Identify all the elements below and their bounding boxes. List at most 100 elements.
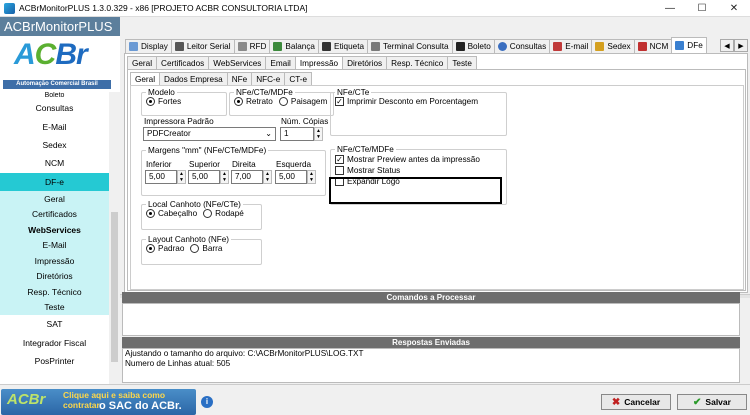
margens-title: Margens "mm" (NFe/CTe/MDFe) xyxy=(148,146,267,155)
package-icon xyxy=(595,42,605,51)
tab-print-cte[interactable]: CT-e xyxy=(284,72,313,85)
direita-label: Direita xyxy=(232,160,256,169)
dfe-icon xyxy=(675,41,685,50)
padrao-radio[interactable]: Padrao xyxy=(146,244,184,253)
inferior-spinner[interactable]: ▲ ▼ xyxy=(177,170,186,184)
info-icon[interactable]: i xyxy=(201,396,213,408)
layout-canhoto-title: Layout Canhoto (NFe) xyxy=(148,235,230,244)
cancel-button[interactable]: ✖ Cancelar xyxy=(601,394,671,410)
sidebar-item-integrador-fiscal[interactable]: Integrador Fiscal xyxy=(0,333,109,352)
sidebar-scrollbar[interactable] xyxy=(109,92,120,384)
sidebar-item-consultas[interactable]: Consultas xyxy=(0,99,109,118)
inferior-input[interactable]: 5,00 xyxy=(145,170,177,184)
sidebar-scroll-thumb[interactable] xyxy=(111,212,118,362)
copias-input[interactable]: 1 xyxy=(280,127,314,141)
sidebar-item-sat[interactable]: SAT xyxy=(0,314,109,334)
barra-radio[interactable]: Barra xyxy=(190,244,222,253)
minimize-button[interactable]: — xyxy=(654,0,686,17)
modelo-title: Modelo xyxy=(148,88,175,97)
tab-print-geral[interactable]: Geral xyxy=(130,72,161,85)
sidebar-sub-resp-tecnico[interactable]: Resp. Técnico xyxy=(0,283,109,300)
mostrar-preview-checkbox[interactable]: ✓ Mostrar Preview antes da impressão xyxy=(331,154,506,165)
tab-dfe-diretorios[interactable]: Diretórios xyxy=(342,56,388,69)
sidebar-item-email[interactable]: E-Mail xyxy=(0,117,109,136)
copias-spinner[interactable]: ▲ ▼ xyxy=(314,127,323,141)
respostas-log[interactable]: Ajustando o tamanho do arquivo: C:\ACBrM… xyxy=(122,348,740,383)
tab-ncm[interactable]: NCM xyxy=(633,39,673,53)
comandos-scrollbar[interactable] xyxy=(740,303,750,336)
comandos-header: Comandos a Processar xyxy=(122,292,740,303)
superior-input[interactable]: 5,00 xyxy=(188,170,220,184)
tab-leitor-serial[interactable]: Leitor Serial xyxy=(170,39,235,53)
esquerda-spinner[interactable]: ▲ ▼ xyxy=(307,170,316,184)
desconto-porcentagem-checkbox[interactable]: ✓ Imprimir Desconto em Porcentagem xyxy=(331,97,506,106)
impressora-select[interactable]: PDFCreator ⌄ xyxy=(143,127,276,141)
window-title: ACBrMonitorPLUS 1.3.0.329 - x86 [PROJETO… xyxy=(19,3,308,13)
esquerda-input[interactable]: 5,00 xyxy=(275,170,307,184)
tab-print-nfe[interactable]: NFe xyxy=(226,72,253,85)
paisagem-radio[interactable]: Paisagem xyxy=(278,97,327,106)
local-canhoto-group: Local Canhoto (NFe/CTe) Cabeçalho Rodapé xyxy=(141,200,262,230)
tab-consultas[interactable]: Consultas xyxy=(493,39,551,53)
sidebar-item-ncm[interactable]: NCM xyxy=(0,154,109,173)
banner-logo: ACBr xyxy=(7,391,46,408)
sidebar-sub-webservices[interactable]: WebServices xyxy=(0,221,109,238)
tab-balanca[interactable]: Balança xyxy=(269,39,319,53)
modelo-fortes-radio[interactable]: Fortes xyxy=(146,97,181,106)
tab-scroll-left-button[interactable]: ◀ xyxy=(720,39,734,52)
sidebar-menu: Boleto Consultas E-Mail Sedex NCM DF-e G… xyxy=(0,92,109,371)
sidebar-item-posprinter[interactable]: PosPrinter xyxy=(0,351,109,371)
sidebar-item-boleto[interactable]: Boleto xyxy=(0,92,109,99)
sidebar-sub-teste[interactable]: Teste xyxy=(0,299,109,315)
ncm-icon xyxy=(637,42,647,51)
superior-label: Superior xyxy=(189,160,220,169)
retrato-radio[interactable]: Retrato xyxy=(234,97,273,106)
highlight-rectangle xyxy=(329,177,502,204)
tab-dfe[interactable]: DFe xyxy=(671,37,707,53)
tab-etiqueta[interactable]: Etiqueta xyxy=(317,39,369,53)
sidebar-sub-certificados[interactable]: Certificados xyxy=(0,206,109,222)
nfe-cte-group: NFe/CTe ✓ Imprimir Desconto em Porcentage… xyxy=(330,88,507,136)
tab-display[interactable]: Display xyxy=(125,39,172,53)
tab-email[interactable]: E-mail xyxy=(549,39,593,53)
sidebar-sub-email[interactable]: E-Mail xyxy=(0,237,109,253)
maximize-button[interactable]: ☐ xyxy=(686,0,718,17)
tab-sedex[interactable]: Sedex xyxy=(591,39,635,53)
tab-dfe-impressao[interactable]: Impressão xyxy=(294,56,344,69)
tab-dfe-geral[interactable]: Geral xyxy=(127,56,158,69)
tab-dfe-resp-tecnico[interactable]: Resp. Técnico xyxy=(386,56,449,69)
comandos-textarea[interactable] xyxy=(122,303,740,336)
close-button[interactable]: ✕ xyxy=(718,0,750,17)
sidebar-sub-geral[interactable]: Geral xyxy=(0,190,109,207)
tab-dfe-email[interactable]: Email xyxy=(265,56,296,69)
direita-spinner[interactable]: ▲ ▼ xyxy=(263,170,272,184)
save-button[interactable]: ✔ Salvar xyxy=(677,394,747,410)
sidebar-item-dfe[interactable]: DF-e xyxy=(0,172,109,191)
mostrar-status-checkbox[interactable]: Mostrar Status xyxy=(331,165,506,176)
cabecalho-radio[interactable]: Cabeçalho xyxy=(146,209,197,218)
respostas-scrollbar[interactable] xyxy=(740,348,750,383)
tab-rfd[interactable]: RFD xyxy=(233,39,271,53)
sidebar-sub-diretorios[interactable]: Diretórios xyxy=(0,268,109,284)
sidebar-sub-impressao[interactable]: Impressão xyxy=(0,252,109,269)
sidebar-item-sedex[interactable]: Sedex xyxy=(0,135,109,155)
superior-spinner[interactable]: ▲ ▼ xyxy=(220,170,229,184)
rodape-radio[interactable]: Rodapé xyxy=(203,209,244,218)
check-icon: ✔ xyxy=(693,396,702,408)
display-icon xyxy=(129,42,138,51)
tab-dfe-teste[interactable]: Teste xyxy=(447,56,477,69)
tab-dfe-certificados[interactable]: Certificados xyxy=(156,56,210,69)
print-geral-page: Modelo Fortes NFe/CTe/MDFe Retrato Paisag… xyxy=(130,85,744,290)
chevron-down-icon: ⌄ xyxy=(265,129,272,138)
direita-input[interactable]: 7,00 xyxy=(231,170,263,184)
tab-boleto[interactable]: Boleto xyxy=(451,39,495,53)
sac-banner[interactable]: ACBr Clique aqui e saiba como contratar … xyxy=(1,389,196,415)
tab-print-dados-empresa[interactable]: Dados Empresa xyxy=(159,72,228,85)
log-line: Ajustando o tamanho do arquivo: C:\ACBrM… xyxy=(125,349,364,358)
tab-scroll-right-button[interactable]: ▶ xyxy=(734,39,748,52)
tab-terminal-consulta[interactable]: Terminal Consulta xyxy=(367,39,453,53)
bottom-bar: ACBr Clique aqui e saiba como contratar … xyxy=(0,384,750,415)
tab-dfe-webservices[interactable]: WebServices xyxy=(208,56,267,69)
label-icon xyxy=(321,42,331,51)
tab-print-nfce[interactable]: NFC-e xyxy=(251,72,286,85)
